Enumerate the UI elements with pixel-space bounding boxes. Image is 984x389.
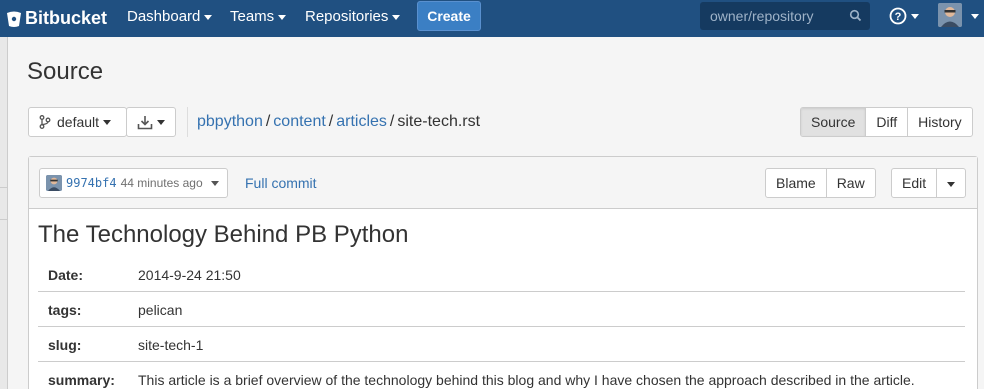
chevron-down-icon: [911, 13, 919, 19]
create-button[interactable]: Create: [417, 1, 481, 31]
download-button[interactable]: [126, 107, 176, 137]
breadcrumb-separator: /: [265, 113, 271, 130]
tab-source[interactable]: Source: [801, 108, 867, 136]
user-avatar[interactable]: [938, 3, 962, 27]
user-avatar-image: [938, 3, 962, 27]
breadcrumb-content-link[interactable]: content: [273, 113, 325, 130]
field-value: 2014-9-24 21:50: [138, 267, 241, 283]
field-name: summary:: [48, 372, 115, 388]
nav-repositories[interactable]: Repositories: [305, 0, 401, 37]
chevron-down-icon: [204, 14, 213, 20]
blame-button[interactable]: Blame: [766, 169, 827, 197]
breadcrumb-repo-link[interactable]: pbpython: [197, 113, 263, 130]
edit-dropdown-toggle[interactable]: [937, 169, 965, 197]
breadcrumb-current-file: site-tech.rst: [397, 113, 481, 130]
field-value: site-tech-1: [138, 337, 204, 353]
commit-author-avatar: [46, 175, 62, 191]
table-row: slug: site-tech-1: [38, 327, 965, 362]
chevron-down-icon: [392, 14, 401, 20]
field-name: tags:: [48, 302, 82, 318]
branch-icon: [39, 115, 51, 129]
commit-age: 44 minutes ago: [120, 176, 203, 190]
view-tabs: Source Diff History: [800, 107, 973, 137]
edit-button[interactable]: Edit: [892, 169, 938, 197]
breadcrumb-separator: /: [328, 113, 334, 130]
field-name: Date:: [48, 267, 84, 283]
branch-selector[interactable]: default: [28, 107, 127, 137]
help-menu[interactable]: ?: [889, 7, 919, 25]
breadcrumb-separator: /: [389, 113, 395, 130]
nav-repositories-label: Repositories: [305, 8, 389, 25]
nav-dashboard-label: Dashboard: [127, 8, 201, 25]
field-name: slug:: [48, 337, 82, 353]
nav-dashboard[interactable]: Dashboard: [127, 0, 213, 37]
nav-teams-label: Teams: [230, 8, 275, 25]
chevron-down-icon[interactable]: [971, 14, 979, 19]
tab-history[interactable]: History: [908, 108, 972, 136]
field-value: This article is a brief overview of the …: [138, 372, 915, 388]
chevron-down-icon: [210, 180, 219, 186]
file-actions: Blame Raw: [765, 168, 876, 198]
chevron-down-icon: [947, 181, 956, 187]
brand-name: Bitbucket: [25, 8, 108, 28]
table-row: Date: 2014-9-24 21:50: [38, 257, 965, 292]
search-input[interactable]: owner/repository: [710, 2, 814, 30]
chevron-down-icon: [103, 119, 112, 125]
edit-actions: Edit: [891, 168, 967, 198]
top-navigation: Bitbucket Dashboard Teams Repositories C…: [0, 0, 984, 37]
bitbucket-bucket-icon: [7, 11, 21, 27]
sidebar-collapsed: [0, 37, 8, 389]
nav-teams[interactable]: Teams: [230, 0, 287, 37]
commit-selector[interactable]: 9974bf4 44 minutes ago: [39, 168, 228, 198]
commit-hash: 9974bf4: [66, 176, 117, 190]
table-row: summary: This article is a brief overvie…: [38, 362, 965, 389]
breadcrumb-articles-link[interactable]: articles: [336, 113, 387, 130]
table-row: tags: pelican: [38, 292, 965, 327]
document-title: The Technology Behind PB Python: [38, 221, 409, 248]
tab-diff[interactable]: Diff: [866, 108, 909, 136]
raw-button[interactable]: Raw: [827, 169, 875, 197]
repository-search[interactable]: owner/repository: [700, 2, 870, 30]
search-icon[interactable]: [849, 9, 862, 22]
chevron-down-icon: [278, 14, 287, 20]
download-icon: [137, 115, 153, 129]
field-value: pelican: [138, 302, 183, 318]
toolbar-divider: [187, 107, 188, 137]
branch-name: default: [57, 114, 100, 130]
file-header: 9974bf4 44 minutes ago Full commit Blame…: [29, 157, 977, 209]
svg-text:?: ?: [895, 11, 902, 23]
page-title: Source: [27, 58, 104, 85]
bitbucket-logo[interactable]: Bitbucket: [6, 0, 107, 37]
sidebar-divider: [0, 219, 8, 220]
question-circle-icon: ?: [889, 7, 907, 25]
sidebar-divider: [0, 187, 8, 188]
full-commit-link[interactable]: Full commit: [245, 175, 317, 191]
breadcrumb: pbpython / content / articles / site-tech.rst: [197, 112, 480, 132]
chevron-down-icon: [157, 119, 165, 125]
